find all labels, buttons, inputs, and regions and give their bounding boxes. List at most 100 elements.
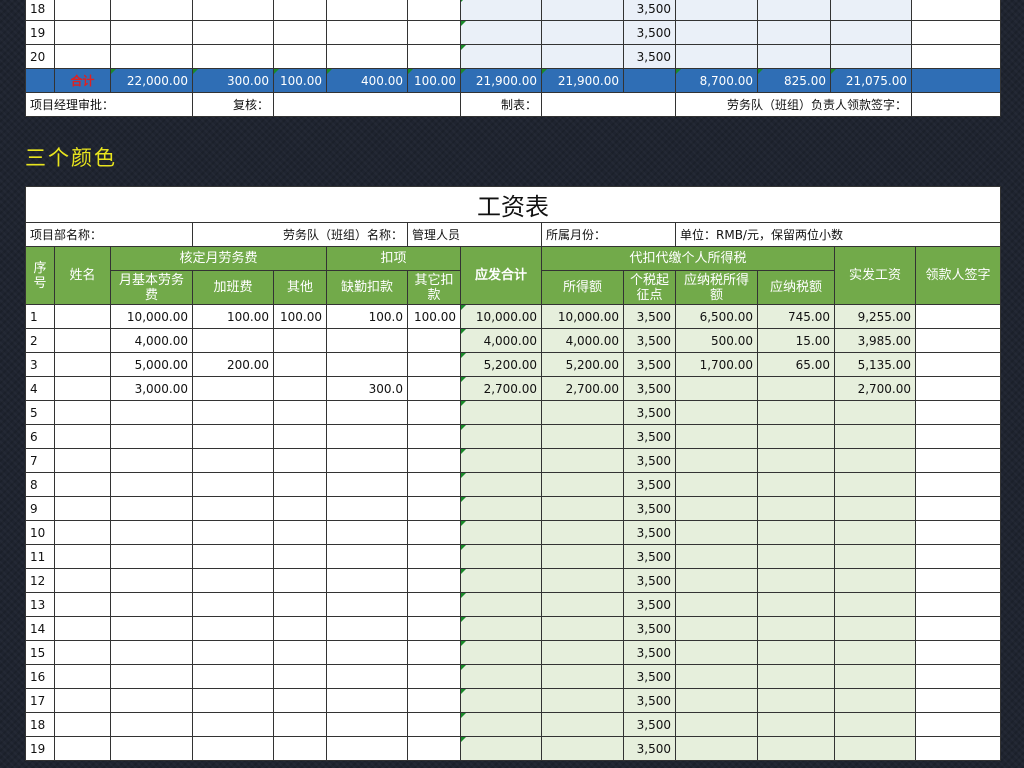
total-net[interactable]: 21,075.00: [830, 68, 912, 93]
base-pay-cell[interactable]: [110, 400, 193, 425]
taxable-cell[interactable]: [541, 544, 624, 569]
taxable-income-cell[interactable]: [675, 520, 758, 545]
name-cell[interactable]: [54, 616, 111, 641]
taxable-income-cell[interactable]: [675, 496, 758, 521]
taxable-cell[interactable]: [541, 472, 624, 497]
other-deduct-cell[interactable]: [407, 616, 461, 641]
cell[interactable]: [407, 20, 461, 45]
other-cell[interactable]: [273, 472, 327, 497]
other-deduct-cell[interactable]: [407, 568, 461, 593]
taxable-income-cell[interactable]: 500.00: [675, 328, 758, 353]
signature-cell[interactable]: [911, 44, 1001, 69]
threshold-cell[interactable]: 3,500: [623, 664, 676, 689]
taxable-income-cell[interactable]: 1,700.00: [675, 352, 758, 377]
gross-cell[interactable]: [460, 424, 542, 449]
overtime-cell[interactable]: [192, 424, 274, 449]
gross-cell[interactable]: 2,700.00: [460, 376, 542, 401]
overtime-cell[interactable]: [192, 688, 274, 713]
taxable-cell[interactable]: 4,000.00: [541, 328, 624, 353]
cell[interactable]: [273, 20, 327, 45]
signature-cell[interactable]: [914, 736, 1002, 761]
net-cell[interactable]: [830, 20, 912, 45]
other-deduct-cell[interactable]: [407, 664, 461, 689]
gross-cell[interactable]: [460, 472, 542, 497]
signature-cell[interactable]: [914, 496, 1002, 521]
base-pay-cell[interactable]: [110, 736, 193, 761]
other-cell[interactable]: [273, 400, 327, 425]
signature-cell[interactable]: [911, 20, 1001, 45]
name-cell[interactable]: [54, 304, 111, 329]
signature-cell[interactable]: [914, 376, 1002, 401]
threshold-cell[interactable]: 3,500: [623, 640, 676, 665]
base-pay-cell[interactable]: [110, 520, 193, 545]
tax-cell[interactable]: [757, 616, 835, 641]
absence-cell[interactable]: [326, 424, 408, 449]
threshold-cell[interactable]: 3,500: [623, 20, 676, 45]
name-cell[interactable]: [54, 664, 111, 689]
gross-cell[interactable]: [460, 568, 542, 593]
net-cell[interactable]: [830, 0, 912, 21]
other-deduct-cell[interactable]: [407, 448, 461, 473]
name-cell[interactable]: [54, 640, 111, 665]
cell[interactable]: [407, 0, 461, 21]
overtime-cell[interactable]: [192, 592, 274, 617]
cell[interactable]: [110, 44, 193, 69]
tax-cell[interactable]: [757, 44, 831, 69]
taxable-cell[interactable]: [541, 424, 624, 449]
threshold-cell[interactable]: 3,500: [623, 376, 676, 401]
net-cell[interactable]: [834, 520, 916, 545]
cell[interactable]: [192, 44, 274, 69]
absence-cell[interactable]: [326, 472, 408, 497]
total-taxable-income[interactable]: 8,700.00: [675, 68, 758, 93]
taxable-cell[interactable]: [541, 496, 624, 521]
threshold-cell[interactable]: 3,500: [623, 448, 676, 473]
tax-cell[interactable]: [757, 376, 835, 401]
net-cell[interactable]: 5,135.00: [834, 352, 916, 377]
cell[interactable]: [326, 0, 408, 21]
signature-cell[interactable]: [914, 712, 1002, 737]
total-label[interactable]: 合计: [54, 68, 111, 93]
tax-cell[interactable]: [757, 592, 835, 617]
team-name-value[interactable]: 管理人员: [407, 222, 542, 247]
gross-cell[interactable]: [460, 664, 542, 689]
other-deduct-cell[interactable]: [407, 640, 461, 665]
absence-cell[interactable]: [326, 712, 408, 737]
net-cell[interactable]: [834, 448, 916, 473]
overtime-cell[interactable]: [192, 616, 274, 641]
cell[interactable]: [54, 20, 111, 45]
gross-cell[interactable]: [460, 688, 542, 713]
base-pay-cell[interactable]: [110, 712, 193, 737]
other-deduct-cell[interactable]: [407, 712, 461, 737]
name-cell[interactable]: [54, 328, 111, 353]
name-cell[interactable]: [54, 400, 111, 425]
tax-cell[interactable]: [757, 736, 835, 761]
base-pay-cell[interactable]: [110, 616, 193, 641]
absence-cell[interactable]: [326, 328, 408, 353]
name-cell[interactable]: [54, 592, 111, 617]
cell[interactable]: [273, 44, 327, 69]
overtime-cell[interactable]: [192, 568, 274, 593]
other-deduct-cell[interactable]: [407, 736, 461, 761]
absence-cell[interactable]: [326, 592, 408, 617]
other-cell[interactable]: [273, 520, 327, 545]
total-other[interactable]: 100.00: [273, 68, 327, 93]
gross-cell[interactable]: 4,000.00: [460, 328, 542, 353]
cell[interactable]: [407, 44, 461, 69]
taxable-cell[interactable]: [541, 520, 624, 545]
tax-cell[interactable]: [757, 424, 835, 449]
base-pay-cell[interactable]: [110, 448, 193, 473]
other-cell[interactable]: [273, 736, 327, 761]
net-cell[interactable]: 9,255.00: [834, 304, 916, 329]
gross-cell[interactable]: [460, 544, 542, 569]
cell[interactable]: [192, 20, 274, 45]
other-cell[interactable]: [273, 568, 327, 593]
signature-cell[interactable]: [914, 400, 1002, 425]
other-deduct-cell[interactable]: [407, 472, 461, 497]
other-deduct-cell[interactable]: [407, 424, 461, 449]
net-cell[interactable]: [834, 400, 916, 425]
base-pay-cell[interactable]: [110, 592, 193, 617]
tax-cell[interactable]: [757, 20, 831, 45]
absence-cell[interactable]: [326, 496, 408, 521]
cell[interactable]: [54, 0, 111, 21]
threshold-cell[interactable]: 3,500: [623, 472, 676, 497]
